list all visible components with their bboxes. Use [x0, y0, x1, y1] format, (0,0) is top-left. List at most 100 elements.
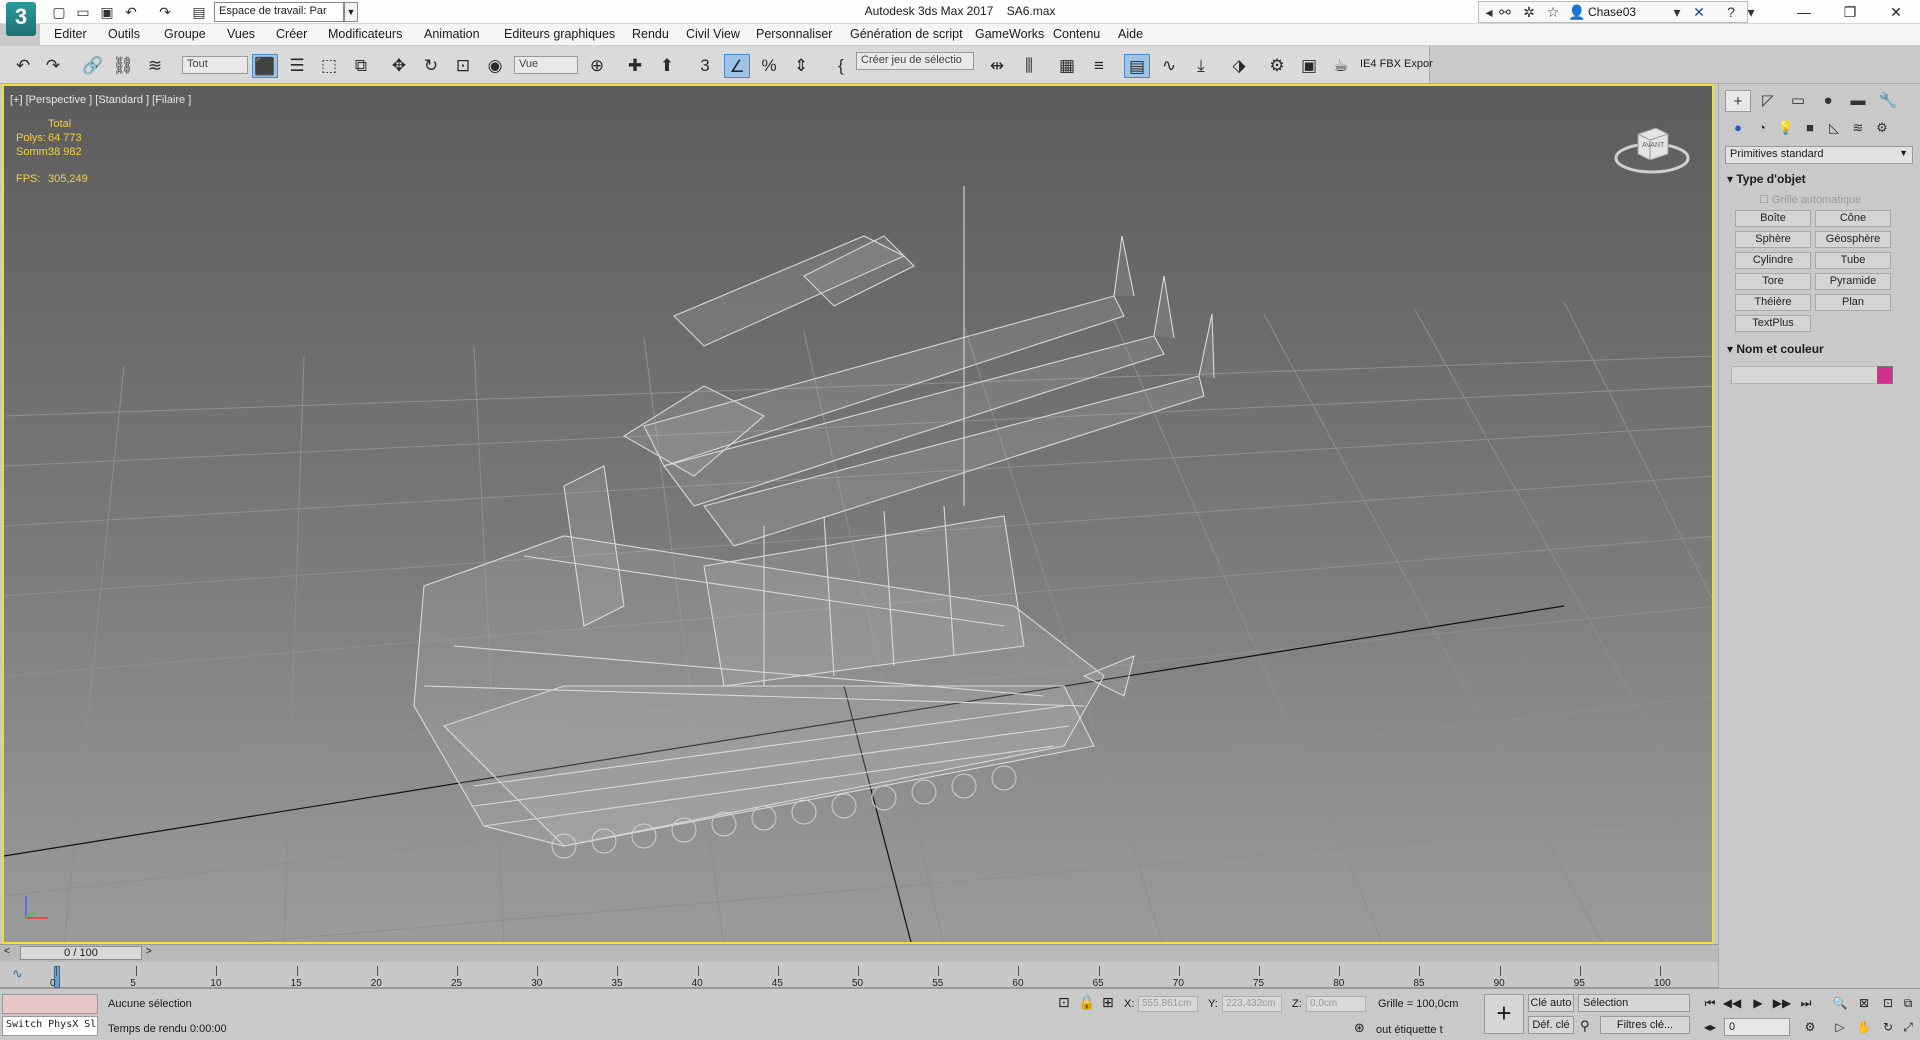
set-key-plus-icon[interactable]: + [1484, 994, 1524, 1034]
toggle-ribbon-icon[interactable]: ▤ [1124, 54, 1150, 78]
menu-item[interactable]: Rendu [632, 27, 669, 41]
restore-icon[interactable]: ❐ [1830, 2, 1870, 22]
align-icon[interactable]: ⫼ [1016, 54, 1042, 78]
motion-tab-icon[interactable]: ● [1815, 90, 1841, 112]
play-icon[interactable]: ▶ [1748, 994, 1768, 1012]
time-slider[interactable] [0, 944, 1718, 962]
render-setup-icon[interactable]: ⚙ [1264, 54, 1290, 78]
select-manipulate-icon[interactable]: ✚ [622, 54, 648, 78]
menu-item[interactable]: Vues [227, 27, 255, 41]
cone-button[interactable]: Cône [1815, 210, 1891, 227]
user-name[interactable]: Chase03 [1588, 5, 1636, 19]
curve-editor-icon[interactable]: ∿ [1156, 54, 1182, 78]
key-mode-icon[interactable]: ⚲ [1580, 1018, 1590, 1034]
menu-item[interactable]: GameWorks [975, 27, 1044, 41]
add-time-tag-icon[interactable]: ⊛ [1354, 1020, 1365, 1036]
menu-item[interactable]: Animation [424, 27, 480, 41]
pyramid-button[interactable]: Pyramide [1815, 273, 1891, 290]
rectangular-selection-icon[interactable]: ⬚ [316, 54, 342, 78]
new-file-icon[interactable]: ▢ [50, 3, 68, 21]
chevron-down-icon[interactable]: ▾ [1742, 3, 1760, 21]
menu-item[interactable]: Aide [1118, 27, 1143, 41]
unlink-icon[interactable]: ⛓ [110, 54, 136, 78]
angle-snap-icon[interactable]: ∠ [724, 54, 750, 78]
reference-coordinate-select[interactable]: Vue [514, 56, 578, 74]
exchange-apps-icon[interactable]: ✕ [1690, 3, 1708, 21]
menu-item[interactable]: Génération de script [850, 27, 963, 41]
isolate-selection-icon[interactable]: ⊡ [1058, 994, 1070, 1011]
place-icon[interactable]: ◉ [482, 54, 508, 78]
next-frame-icon[interactable]: ▶▶ [1772, 994, 1792, 1012]
keyboard-shortcut-icon[interactable]: ⬆ [654, 54, 680, 78]
undo-icon[interactable]: ↶ [10, 54, 36, 78]
maxscript-listener-output[interactable] [2, 994, 98, 1014]
snaps-toggle-icon[interactable]: 3 [692, 54, 718, 78]
create-tab-icon[interactable]: + [1725, 90, 1751, 112]
maximize-viewport-icon[interactable]: ⤢ [1898, 1018, 1918, 1036]
pan-view-icon[interactable]: ✋ [1854, 1018, 1874, 1036]
menu-item[interactable]: Créer [276, 27, 307, 41]
modify-tab-icon[interactable]: ◸ [1755, 90, 1781, 112]
absolute-mode-icon[interactable]: ⊞ [1102, 994, 1114, 1011]
orbit-icon[interactable]: ↻ [1878, 1018, 1898, 1036]
chevron-right-icon[interactable]: > [146, 946, 152, 957]
zoom-extents-all-icon[interactable]: ⧉ [1898, 994, 1918, 1012]
menu-item[interactable]: Editeurs graphiques [504, 27, 615, 41]
zoom-icon[interactable]: 🔍 [1830, 994, 1850, 1012]
primitive-type-select[interactable]: Primitives standard ▼ [1725, 146, 1913, 164]
menu-item[interactable]: Editer [54, 27, 87, 41]
time-slider-handle[interactable]: 0 / 100 [20, 946, 142, 960]
zoom-extents-icon[interactable]: ⊡ [1878, 994, 1898, 1012]
chevron-down-icon[interactable]: ▼ [344, 2, 358, 22]
scene-explorer-icon[interactable]: ▦ [1054, 54, 1080, 78]
display-tab-icon[interactable]: ▬ [1845, 90, 1871, 112]
key-mode-toggle-icon[interactable]: ◂▸ [1700, 1018, 1720, 1036]
plane-button[interactable]: Plan [1815, 294, 1891, 311]
zoom-all-icon[interactable]: ⊠ [1854, 994, 1874, 1012]
auto-key-button[interactable]: Clé auto [1528, 994, 1574, 1012]
window-crossing-icon[interactable]: ⧉ [348, 54, 374, 78]
named-selection-set-select[interactable]: Créer jeu de sélectio [856, 52, 974, 70]
material-editor-icon[interactable]: ⬗ [1226, 54, 1252, 78]
redo-icon[interactable]: ↷ [40, 54, 66, 78]
spinner-snap-icon[interactable]: ⇕ [788, 54, 814, 78]
edit-named-selection-icon[interactable]: { [828, 54, 854, 78]
y-coord-field[interactable]: 223,432cm [1222, 996, 1282, 1012]
percent-snap-icon[interactable]: % [756, 54, 782, 78]
open-file-icon[interactable]: ▭ [74, 3, 92, 21]
perspective-viewport[interactable]: [+] [Perspective ] [Standard ] [Filaire … [2, 84, 1714, 944]
user-icon[interactable]: 👤 [1568, 3, 1586, 21]
communication-icon[interactable]: ✲ [1520, 3, 1538, 21]
chevron-left-icon[interactable]: < [4, 946, 10, 957]
close-icon[interactable]: ✕ [1876, 2, 1916, 22]
render-teapot-icon[interactable]: ☕ [1328, 54, 1354, 78]
sphere-button[interactable]: Sphère [1735, 231, 1811, 248]
fbx-export-button[interactable]: IE4 FBX Expor [1360, 58, 1433, 70]
selection-lock-icon[interactable]: 🔒 [1078, 994, 1095, 1011]
x-coord-field[interactable]: 555,861cm [1138, 996, 1198, 1012]
menu-item[interactable]: Civil View [686, 27, 740, 41]
rotate-icon[interactable]: ↻ [418, 54, 444, 78]
viewcube[interactable]: AVANT [1612, 116, 1692, 176]
scene-wireframe[interactable] [4, 86, 1714, 944]
undo-icon[interactable]: ↶ [122, 3, 140, 21]
hierarchy-tab-icon[interactable]: ▭ [1785, 90, 1811, 112]
z-coord-field[interactable]: 0,0cm [1306, 996, 1366, 1012]
box-button[interactable]: Boîte [1735, 210, 1811, 227]
sa6-wireframe-model[interactable] [413, 186, 1215, 847]
teapot-button[interactable]: Théière [1735, 294, 1811, 311]
workspace-select[interactable]: Espace de travail: Par [214, 2, 344, 22]
torus-button[interactable]: Tore [1735, 273, 1811, 290]
geosphere-button[interactable]: Géosphère [1815, 231, 1891, 248]
time-configuration-icon[interactable]: ⚙ [1800, 1018, 1820, 1036]
select-by-name-icon[interactable]: ☰ [284, 54, 310, 78]
object-color-swatch[interactable] [1877, 366, 1893, 384]
helpers-icon[interactable]: ◺ [1823, 118, 1845, 138]
chevron-down-icon[interactable]: ▾ [1668, 3, 1686, 21]
app-logo[interactable]: 3 [6, 2, 36, 36]
bind-space-warp-icon[interactable]: ≋ [142, 54, 168, 78]
geometry-icon[interactable]: ● [1727, 118, 1749, 138]
minimize-icon[interactable]: — [1784, 2, 1824, 22]
maxscript-mini-listener[interactable]: Switch PhysX Sl [2, 1016, 98, 1036]
menu-item[interactable]: Outils [108, 27, 140, 41]
